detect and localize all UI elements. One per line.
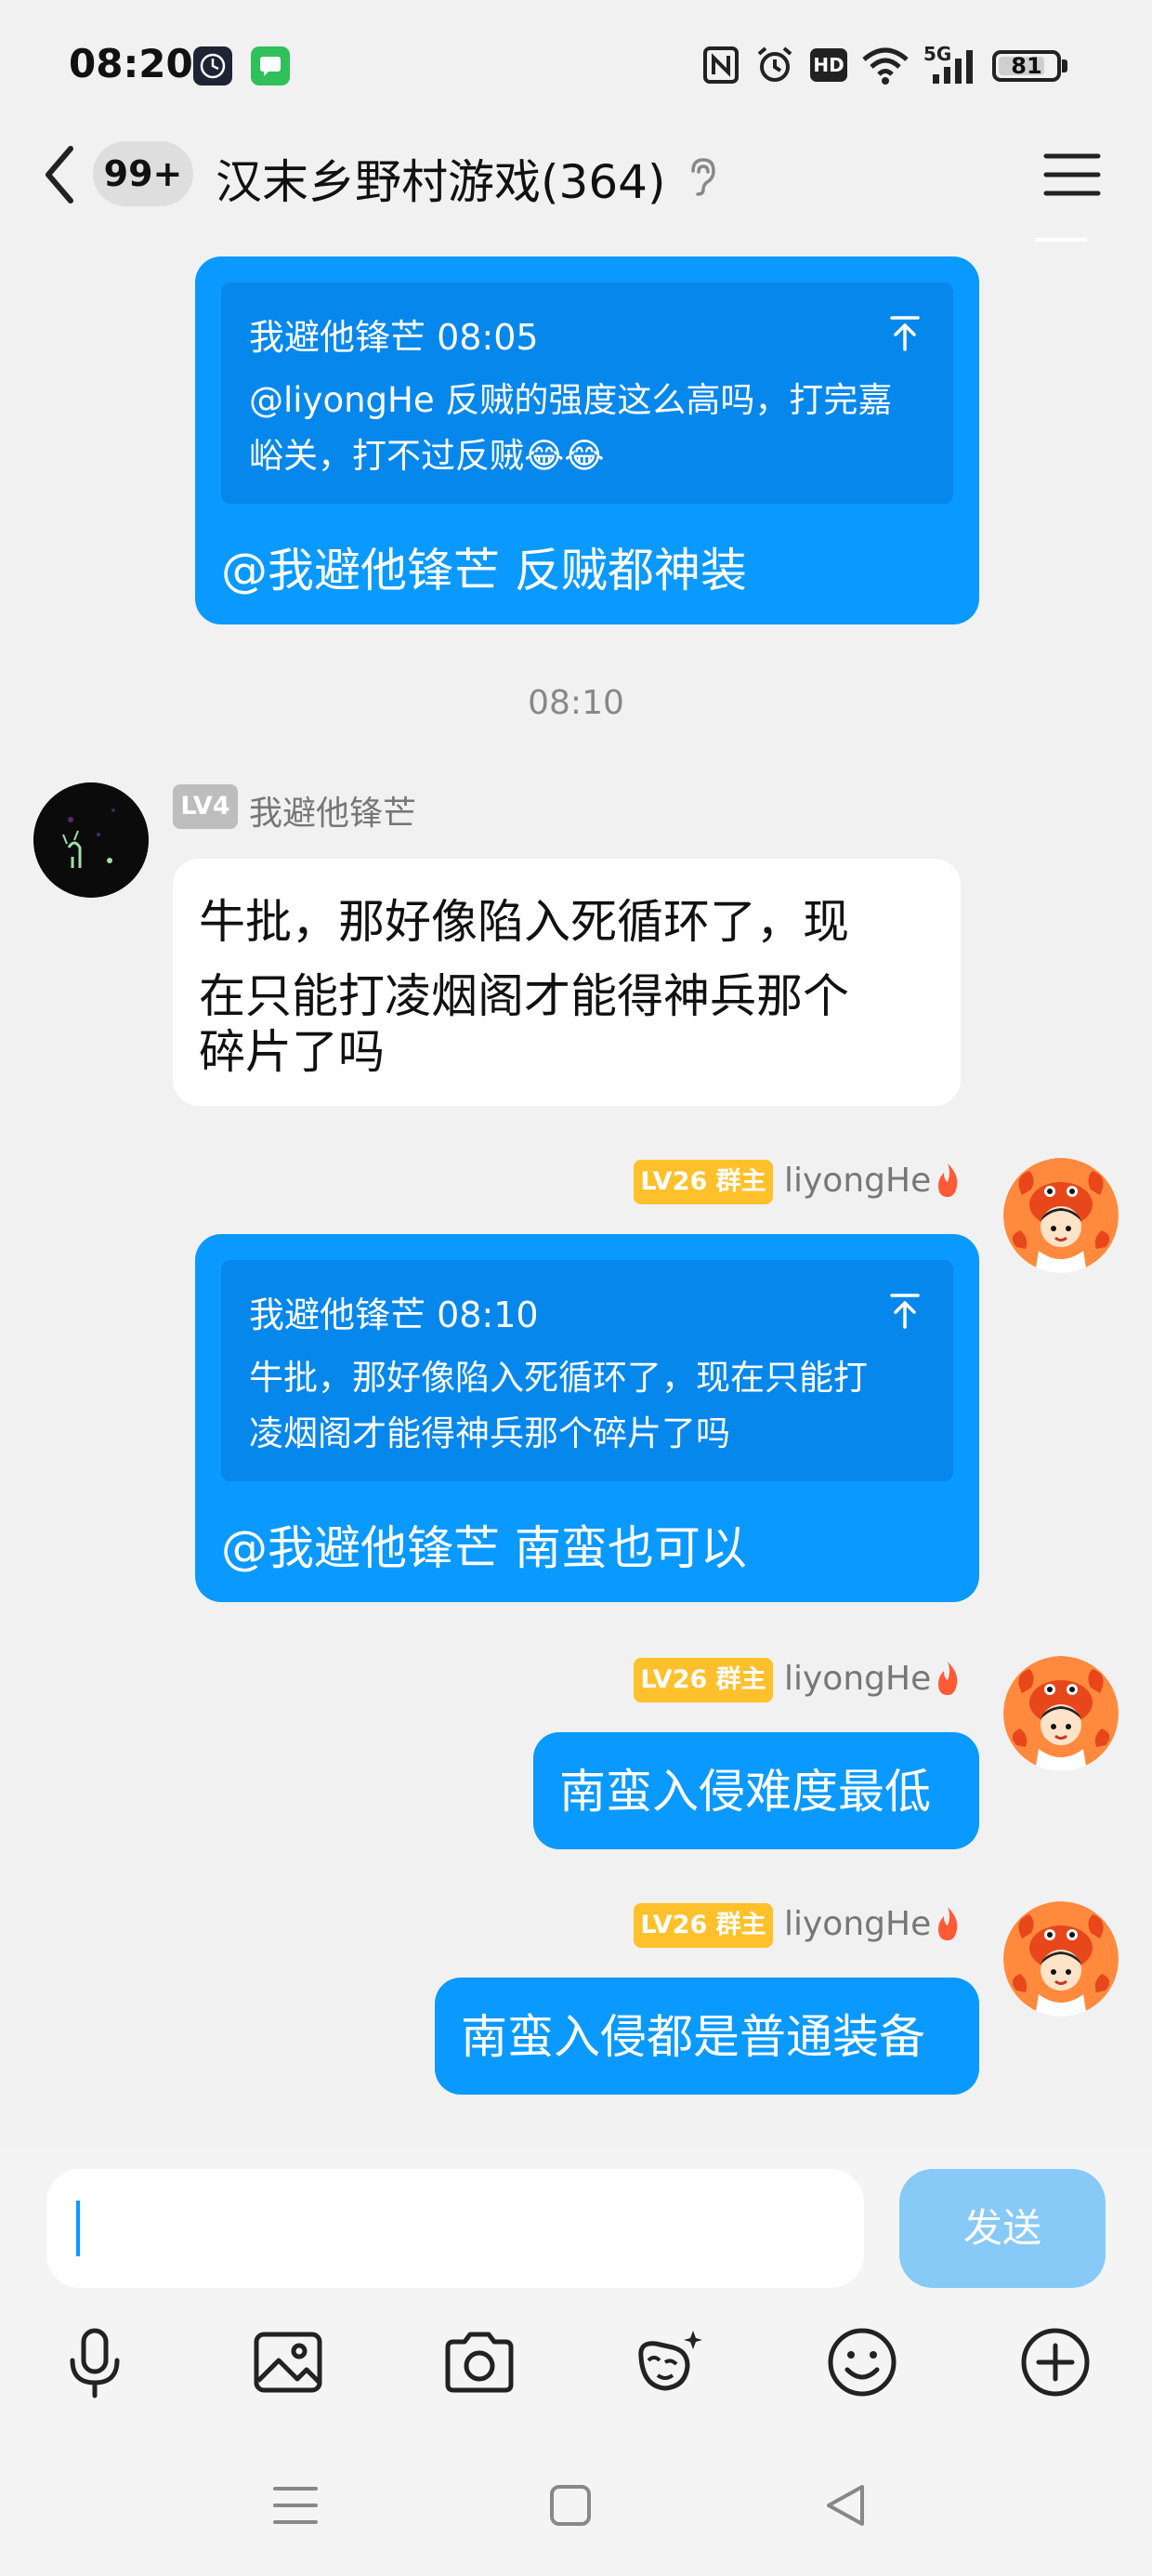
level-badge: LV26 群主 bbox=[634, 1658, 773, 1702]
menu-icon[interactable] bbox=[1042, 151, 1102, 199]
home-nav-icon[interactable] bbox=[544, 2479, 596, 2531]
avatar[interactable] bbox=[1003, 1656, 1119, 1771]
wifi-icon bbox=[862, 47, 909, 85]
quote-author-time: 我避他锋芒 08:10 bbox=[249, 1295, 539, 1335]
unread-badge[interactable]: 99+ bbox=[93, 141, 193, 206]
signal-icon bbox=[933, 50, 973, 84]
status-time: 08:20 bbox=[69, 41, 193, 86]
sender-name[interactable]: 我避他锋芒 bbox=[249, 786, 416, 835]
back-icon[interactable] bbox=[33, 139, 89, 210]
message-text: 南蛮入侵难度最低 bbox=[559, 1765, 931, 1819]
battery-icon: 81 bbox=[992, 50, 1061, 82]
message-line: 碎片了吗 bbox=[199, 1025, 385, 1079]
message-text: @我避他锋芒 南蛮也可以 bbox=[221, 1521, 747, 1575]
fire-icon bbox=[938, 1662, 958, 1695]
message-text: 南蛮入侵都是普通装备 bbox=[461, 2010, 925, 2064]
avatar[interactable] bbox=[33, 782, 149, 898]
alarm-icon bbox=[757, 46, 792, 82]
level-badge: LV4 bbox=[173, 784, 238, 829]
plus-icon[interactable] bbox=[1018, 2325, 1093, 2399]
quote-line: 凌烟阁才能得神兵那个碎片了吗 bbox=[249, 1413, 730, 1453]
microphone-icon[interactable] bbox=[58, 2325, 132, 2399]
fire-icon bbox=[938, 1907, 958, 1940]
jump-to-original-icon[interactable] bbox=[888, 1292, 922, 1329]
image-icon[interactable] bbox=[251, 2325, 325, 2399]
emoji-icon[interactable] bbox=[825, 2325, 899, 2399]
text-caret bbox=[76, 2201, 80, 2256]
hd-icon: HD bbox=[810, 48, 847, 82]
message-text: @我避他锋芒 反贼都神装 bbox=[221, 544, 747, 598]
level-badge: LV26 群主 bbox=[634, 1160, 773, 1204]
fire-icon bbox=[938, 1163, 958, 1197]
quote-author-time: 我避他锋芒 08:05 bbox=[249, 317, 539, 358]
message-input[interactable] bbox=[46, 2169, 864, 2288]
menu-nav-icon[interactable] bbox=[269, 2479, 321, 2531]
page-title[interactable]: 汉末乡野村游戏(364) bbox=[216, 145, 665, 212]
sender-name[interactable]: liyongHe bbox=[784, 1905, 931, 1943]
camera-icon[interactable] bbox=[442, 2325, 517, 2399]
ear-icon[interactable] bbox=[686, 156, 719, 197]
messages-app-icon bbox=[251, 46, 290, 85]
avatar[interactable] bbox=[1003, 1158, 1119, 1273]
quote-line: 牛批，那好像陷入死循环了，现在只能打 bbox=[249, 1358, 868, 1398]
back-nav-icon[interactable] bbox=[819, 2479, 871, 2531]
quote-line: @liyongHe 反贼的强度这么高吗，打完嘉 bbox=[249, 380, 893, 420]
sender-name[interactable]: liyongHe bbox=[784, 1660, 931, 1698]
message-line: 牛批，那好像陷入死循环了，现 bbox=[199, 895, 849, 949]
avatar[interactable] bbox=[1003, 1901, 1119, 2017]
battery-level: 81 bbox=[1011, 53, 1042, 79]
send-button[interactable]: 发送 bbox=[899, 2169, 1106, 2288]
nfc-icon bbox=[703, 46, 739, 84]
jump-to-original-icon[interactable] bbox=[888, 314, 922, 351]
level-badge: LV26 群主 bbox=[634, 1903, 773, 1948]
battery-tip bbox=[1062, 59, 1067, 72]
quote-line: 峪关，打不过反贼😂😂 bbox=[249, 436, 605, 476]
clock-app-icon bbox=[193, 46, 232, 85]
sender-name[interactable]: liyongHe bbox=[784, 1162, 931, 1200]
sticker-icon[interactable] bbox=[632, 2325, 706, 2399]
time-separator: 08:10 bbox=[528, 684, 624, 722]
